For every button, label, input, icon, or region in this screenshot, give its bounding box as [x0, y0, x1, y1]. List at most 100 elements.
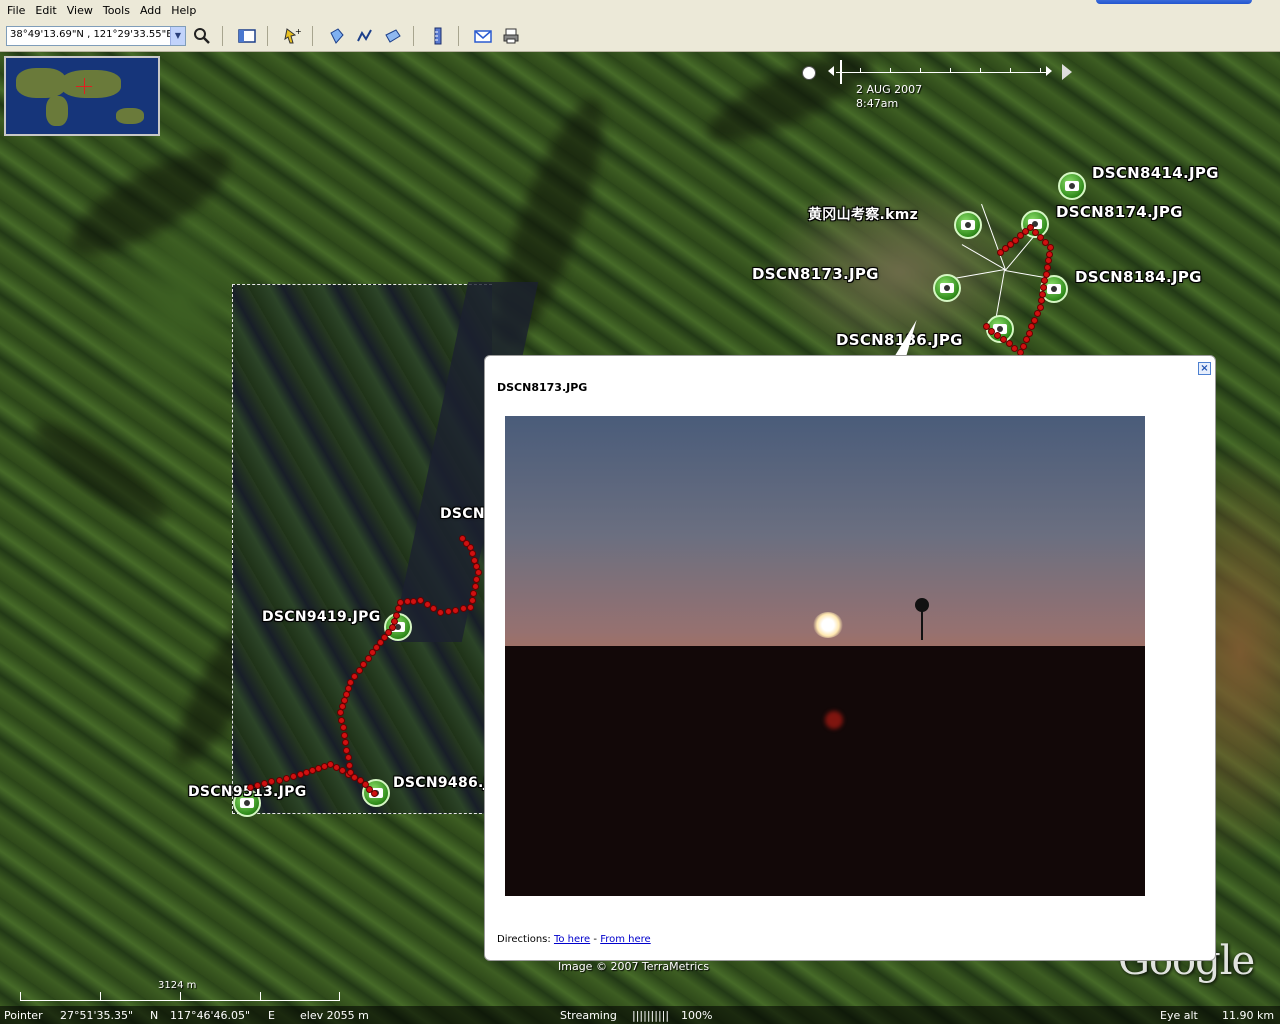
- menu-edit[interactable]: Edit: [30, 4, 61, 17]
- menu-view[interactable]: View: [62, 4, 98, 17]
- toolbar-separator: [222, 25, 223, 46]
- track-point: [988, 327, 996, 335]
- print-button[interactable]: [499, 25, 523, 47]
- placemark-label[interactable]: DSCN: [440, 506, 485, 522]
- email-icon: [474, 29, 492, 43]
- pointer-elevation: elev 2055 m: [300, 1009, 369, 1022]
- time-slider-handle[interactable]: [840, 60, 842, 84]
- streaming-bar: ||||||||||: [632, 1009, 670, 1022]
- track-point: [338, 716, 346, 724]
- placemark-label[interactable]: DSCN8184.JPG: [1075, 268, 1202, 286]
- track-point: [468, 597, 476, 604]
- map-view[interactable]: 2 AUG 2007 8:47am DSCN8414.JPG DSCN8174.…: [0, 52, 1280, 1024]
- scale-tick: [20, 992, 21, 1001]
- time-slider-track[interactable]: [836, 72, 1046, 73]
- track-point: [397, 599, 404, 606]
- menu-file[interactable]: File: [2, 4, 30, 17]
- track-point: [1043, 264, 1051, 271]
- track-point: [344, 754, 352, 761]
- pointer-latitude-hemisphere: N: [150, 1009, 159, 1022]
- terrain-shadow: [57, 131, 243, 273]
- imagery-attribution: Image © 2007 TerraMetrics: [558, 960, 710, 973]
- scale-bar-label: 3124 m: [158, 980, 197, 991]
- track-point: [467, 604, 474, 611]
- pointer-latitude: 27°51'35.35": [60, 1009, 134, 1022]
- overview-land: [116, 108, 144, 124]
- balloon-title: DSCN8173.JPG: [497, 381, 588, 394]
- add-path-button[interactable]: [353, 25, 377, 47]
- menu-help[interactable]: Help: [166, 4, 201, 17]
- track-point: [1047, 244, 1054, 251]
- directions-separator: -: [593, 934, 597, 945]
- track-point: [345, 685, 352, 692]
- time-slider-left-arrow[interactable]: [828, 66, 834, 76]
- info-balloon[interactable]: DSCN8173.JPG × Directions: To here - Fro…: [484, 355, 1216, 961]
- track-point: [370, 789, 378, 797]
- sun-in-photo: [813, 612, 843, 638]
- time-slider-time: 8:47am: [856, 97, 899, 110]
- track-point: [473, 562, 480, 570]
- track-point: [342, 739, 349, 746]
- add-placemark-button[interactable]: +: [280, 25, 304, 47]
- placemark-label[interactable]: DSCN8414.JPG: [1092, 164, 1219, 182]
- pointer-longitude: 117°46'46.05": [170, 1009, 251, 1022]
- toolbar-separator: [312, 25, 313, 46]
- track-point: [1005, 340, 1013, 348]
- placemark-label[interactable]: DSCN8174.JPG: [1056, 203, 1183, 221]
- camera-icon[interactable]: [933, 274, 961, 302]
- track-point: [1011, 344, 1019, 352]
- pointer-label: Pointer: [4, 1009, 43, 1022]
- track-point: [437, 609, 444, 616]
- overview-land: [61, 70, 121, 98]
- clock-icon[interactable]: [802, 66, 816, 80]
- time-slider[interactable]: 2 AUG 2007 8:47am: [800, 60, 1080, 120]
- pointer-longitude-hemisphere: E: [268, 1009, 275, 1022]
- overview-map[interactable]: [4, 56, 160, 136]
- placemark-label[interactable]: 黄冈山考察.kmz: [808, 204, 918, 224]
- close-icon[interactable]: ×: [1198, 362, 1211, 375]
- overview-land: [16, 68, 66, 98]
- chevron-down-icon[interactable]: ▼: [170, 26, 185, 45]
- track-point: [994, 331, 1002, 339]
- overview-crosshair: [84, 78, 85, 94]
- add-image-overlay-button[interactable]: [381, 25, 405, 47]
- track-point: [471, 556, 478, 564]
- cluster-spoke: [961, 244, 1006, 270]
- balloon-photo: [505, 416, 1145, 896]
- camera-icon[interactable]: [1058, 172, 1086, 200]
- eye-altitude-value: 11.90 km: [1222, 1009, 1275, 1022]
- directions-to-here-link[interactable]: To here: [554, 934, 590, 945]
- placemark-label[interactable]: DSCN8173.JPG: [752, 265, 879, 283]
- print-icon: [503, 28, 519, 43]
- menu-tools[interactable]: Tools: [98, 4, 135, 17]
- menu-add[interactable]: Add: [135, 4, 166, 17]
- camera-icon[interactable]: [954, 211, 982, 239]
- search-button[interactable]: [190, 25, 214, 47]
- time-tick: [890, 68, 891, 73]
- track-point: [475, 569, 482, 576]
- placemark-label[interactable]: DSCN9419.JPG: [262, 609, 381, 625]
- scale-tick: [180, 992, 181, 1001]
- track-point: [275, 776, 283, 784]
- track-point: [364, 655, 372, 662]
- track-point: [282, 774, 290, 782]
- add-polygon-button[interactable]: [325, 25, 349, 47]
- track-point: [347, 679, 354, 686]
- track-point: [247, 784, 254, 791]
- eye-altitude-label: Eye alt: [1160, 1009, 1198, 1022]
- search-input[interactable]: 38°49'13.69"N , 121°29'33.55"E ▼: [6, 25, 186, 46]
- sidebar-toggle-button[interactable]: [235, 25, 259, 47]
- track-point: [459, 605, 467, 613]
- ruler-button[interactable]: [426, 25, 450, 47]
- terrain-shadow: [22, 409, 178, 535]
- play-icon[interactable]: [1062, 64, 1072, 80]
- time-tick: [1010, 68, 1011, 73]
- time-tick: [1040, 68, 1041, 73]
- track-point: [340, 731, 348, 739]
- email-button[interactable]: [471, 25, 495, 47]
- track-point: [289, 772, 297, 780]
- track-point: [343, 746, 351, 754]
- directions-from-here-link[interactable]: From here: [600, 934, 651, 945]
- time-slider-right-arrow[interactable]: [1046, 66, 1052, 76]
- track-point: [337, 709, 344, 716]
